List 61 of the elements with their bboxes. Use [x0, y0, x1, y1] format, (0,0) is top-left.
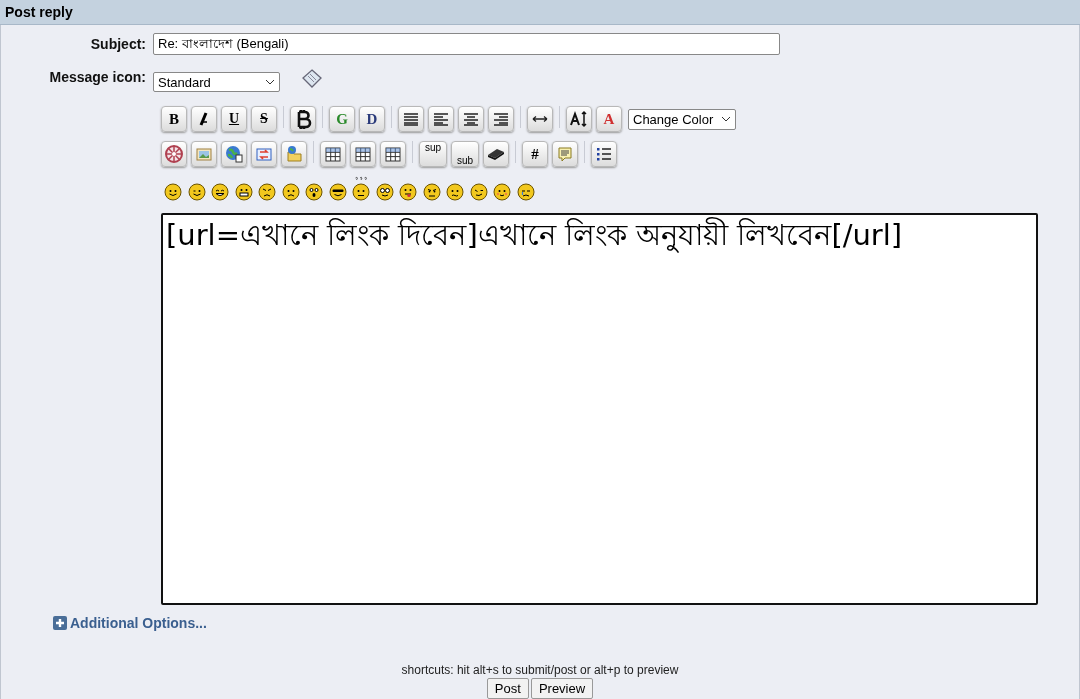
globe-button[interactable]: [221, 141, 247, 167]
smiley-icon[interactable]: [375, 183, 394, 201]
smiley-icon[interactable]: [399, 183, 417, 201]
smiley-icon[interactable]: [328, 183, 347, 201]
picture-button[interactable]: [191, 141, 217, 167]
format-button[interactable]: S: [251, 106, 277, 132]
caret-icon: [721, 116, 732, 122]
smiley-icon[interactable]: [352, 176, 370, 201]
table-button[interactable]: [380, 141, 406, 167]
bitcoin-button[interactable]: [290, 106, 316, 132]
folder-button[interactable]: [281, 141, 307, 167]
smiley-icon[interactable]: [187, 183, 206, 201]
smiley-icon[interactable]: [305, 183, 323, 201]
format-button[interactable]: #: [522, 141, 548, 167]
field-label: Subject:: [89, 36, 147, 52]
shortcuts-hint: shortcuts: hit alt+s to submit/post or alt+p to preview: [401, 663, 679, 677]
quote-button[interactable]: [552, 141, 578, 167]
keyboard-button[interactable]: [483, 141, 509, 167]
message-textarea[interactable]: [url=এখানে লিংক দিবেন]এখানে লিংক অনুযায়ী লিখবেন[/url]: [161, 213, 1038, 605]
table-button[interactable]: [320, 141, 346, 167]
wheel-icon: [162, 142, 186, 166]
submit-button[interactable]: Post: [486, 678, 529, 699]
table-button[interactable]: [350, 141, 376, 167]
italic-button[interactable]: [191, 106, 217, 132]
justify-button[interactable]: [398, 106, 424, 132]
format-button[interactable]: G: [329, 106, 355, 132]
swap-button[interactable]: [251, 141, 277, 167]
form-title: Post reply: [5, 4, 73, 20]
color-dropdown[interactable]: Change Color: [628, 108, 737, 130]
list-button[interactable]: [591, 141, 617, 167]
font-size-button[interactable]: [566, 106, 592, 132]
smiley-icon[interactable]: [164, 183, 182, 201]
italic-icon: [199, 112, 209, 126]
hr-button[interactable]: [527, 106, 553, 132]
smiley-icon[interactable]: [211, 183, 229, 201]
smiley-icon[interactable]: [422, 183, 441, 201]
caret-icon: [265, 79, 275, 85]
format-button[interactable]: B: [161, 106, 187, 132]
wheel-button[interactable]: [161, 141, 187, 167]
additional-options-link[interactable]: Additional Options...: [70, 615, 207, 631]
align-right-button[interactable]: [488, 106, 514, 132]
format-button[interactable]: sub: [451, 141, 479, 167]
align-left-button[interactable]: [428, 106, 454, 132]
subject-field[interactable]: Re: বাংলাদেশ (Bengali): [153, 33, 780, 55]
smiley-icon[interactable]: [446, 183, 464, 201]
expand-plus-icon[interactable]: [53, 616, 67, 630]
smiley-icon[interactable]: [258, 183, 276, 201]
submit-button[interactable]: Preview: [530, 678, 594, 699]
format-button[interactable]: A: [596, 106, 622, 132]
format-button[interactable]: D: [359, 106, 385, 132]
message-icon-dropdown[interactable]: Standard: [153, 72, 280, 92]
align-center-button[interactable]: [458, 106, 484, 132]
format-button[interactable]: U: [221, 106, 247, 132]
smiley-icon[interactable]: [281, 183, 300, 201]
smiley-icon[interactable]: [516, 183, 535, 201]
field-label: Message icon:: [48, 69, 147, 85]
smiley-icon[interactable]: [469, 183, 488, 201]
format-button[interactable]: sup: [419, 141, 447, 167]
smiley-icon[interactable]: [493, 183, 511, 201]
message-icon-preview-icon: [300, 68, 324, 90]
smiley-icon[interactable]: [234, 183, 253, 201]
